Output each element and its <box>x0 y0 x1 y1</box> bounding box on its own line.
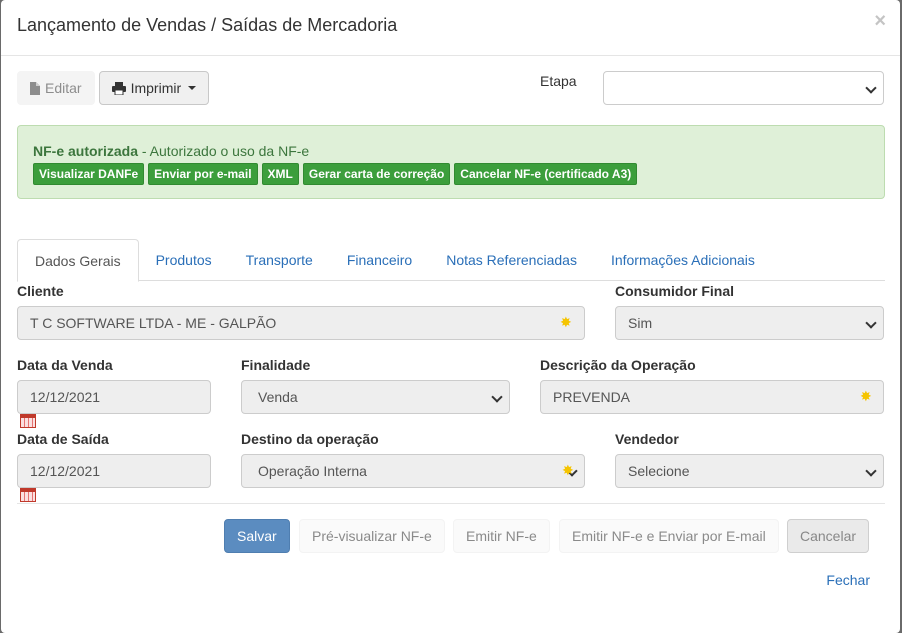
data-venda-field[interactable]: 12/12/2021 <box>17 380 211 414</box>
toolbar: Editar Imprimir <box>17 71 210 105</box>
modal-header: Lançamento de Vendas / Saídas de Mercado… <box>1 0 900 56</box>
cancel-nfe-button[interactable]: Cancelar NF-e (certificado A3) <box>454 163 638 185</box>
alert-status-text: - Autorizado o uso da NF-e <box>138 143 310 159</box>
cliente-label: Cliente <box>17 283 64 299</box>
finalidade-label: Finalidade <box>241 357 311 373</box>
divider <box>17 503 885 504</box>
vendedor-value: Selecione <box>628 463 690 479</box>
chevron-down-icon <box>865 317 877 329</box>
etapa-select[interactable] <box>603 71 884 105</box>
required-asterisk-icon: ✸ <box>560 314 572 330</box>
consumidor-final-value: Sim <box>628 315 653 331</box>
edit-button-label: Editar <box>45 80 82 96</box>
tab-informacoes-adicionais[interactable]: Informações Adicionais <box>594 239 772 281</box>
emit-nfe-button[interactable]: Emitir NF-e <box>453 519 550 553</box>
alert-status-bold: NF-e autorizada <box>33 143 139 159</box>
correction-letter-button[interactable]: Gerar carta de correção <box>302 163 451 185</box>
edit-button[interactable]: Editar <box>17 71 95 105</box>
alert-actions: Visualizar DANFe Enviar por e-mail XML G… <box>33 163 869 185</box>
destino-operacao-label: Destino da operação <box>241 431 379 447</box>
tab-bar: Dados Gerais Produtos Transporte Finance… <box>17 239 885 282</box>
print-button[interactable]: Imprimir <box>98 71 210 105</box>
tab-transporte[interactable]: Transporte <box>229 239 330 281</box>
tab-dados-gerais[interactable]: Dados Gerais <box>17 239 139 282</box>
calendar-icon[interactable] <box>20 414 36 428</box>
data-venda-label: Data da Venda <box>17 357 113 373</box>
tab-notas-referenciadas[interactable]: Notas Referenciadas <box>429 239 594 281</box>
consumidor-final-label: Consumidor Final <box>615 283 734 299</box>
vendedor-select[interactable]: Selecione <box>615 454 884 488</box>
close-icon[interactable]: × <box>874 10 886 33</box>
modal-title: Lançamento de Vendas / Saídas de Mercado… <box>17 15 398 35</box>
required-asterisk-icon: ✸ <box>860 388 872 404</box>
printer-icon <box>111 81 126 95</box>
vendedor-label: Vendedor <box>615 431 679 447</box>
nfe-status-alert: NF-e autorizada - Autorizado o uso da NF… <box>17 125 885 199</box>
finalidade-value: Venda <box>258 389 298 405</box>
cliente-value: T C SOFTWARE LTDA - ME - GALPÃO <box>30 315 277 331</box>
data-saida-field[interactable]: 12/12/2021 <box>17 454 211 488</box>
destino-operacao-select[interactable]: Operação Interna <box>241 454 585 488</box>
send-email-button[interactable]: Enviar por e-mail <box>148 163 258 185</box>
data-saida-value: 12/12/2021 <box>30 463 101 479</box>
tab-produtos[interactable]: Produtos <box>139 239 229 281</box>
emit-email-button[interactable]: Emitir NF-e e Enviar por E-mail <box>559 519 779 553</box>
etapa-label: Etapa <box>540 73 577 89</box>
preview-nfe-button[interactable]: Pré-visualizar NF-e <box>299 519 445 553</box>
descricao-operacao-label: Descrição da Operação <box>540 357 696 373</box>
required-asterisk-icon: ✸ <box>562 462 574 478</box>
cancel-button[interactable]: Cancelar <box>787 519 870 553</box>
finalidade-select[interactable]: Venda <box>241 380 510 414</box>
chevron-down-icon <box>865 82 877 94</box>
print-button-label: Imprimir <box>130 80 182 96</box>
file-icon <box>30 81 40 95</box>
xml-button[interactable]: XML <box>261 163 299 185</box>
chevron-down-icon <box>865 465 877 477</box>
chevron-down-icon <box>491 391 503 403</box>
calendar-icon[interactable] <box>20 488 36 502</box>
view-danfe-button[interactable]: Visualizar DANFe <box>33 163 145 185</box>
descricao-operacao-field[interactable]: PREVENDA <box>540 380 884 414</box>
caret-down-icon <box>188 86 197 90</box>
alert-message: NF-e autorizada - Autorizado o uso da NF… <box>33 143 869 159</box>
cliente-field[interactable]: T C SOFTWARE LTDA - ME - GALPÃO <box>17 306 585 340</box>
save-button[interactable]: Salvar <box>224 519 290 553</box>
destino-operacao-value: Operação Interna <box>258 463 367 479</box>
sales-modal: Lançamento de Vendas / Saídas de Mercado… <box>1 0 900 633</box>
data-venda-value: 12/12/2021 <box>30 389 101 405</box>
descricao-operacao-value: PREVENDA <box>553 389 631 405</box>
consumidor-final-select[interactable]: Sim <box>615 306 884 340</box>
tab-financeiro[interactable]: Financeiro <box>330 239 429 281</box>
data-saida-label: Data de Saída <box>17 431 109 447</box>
close-link[interactable]: Fechar <box>826 572 870 588</box>
